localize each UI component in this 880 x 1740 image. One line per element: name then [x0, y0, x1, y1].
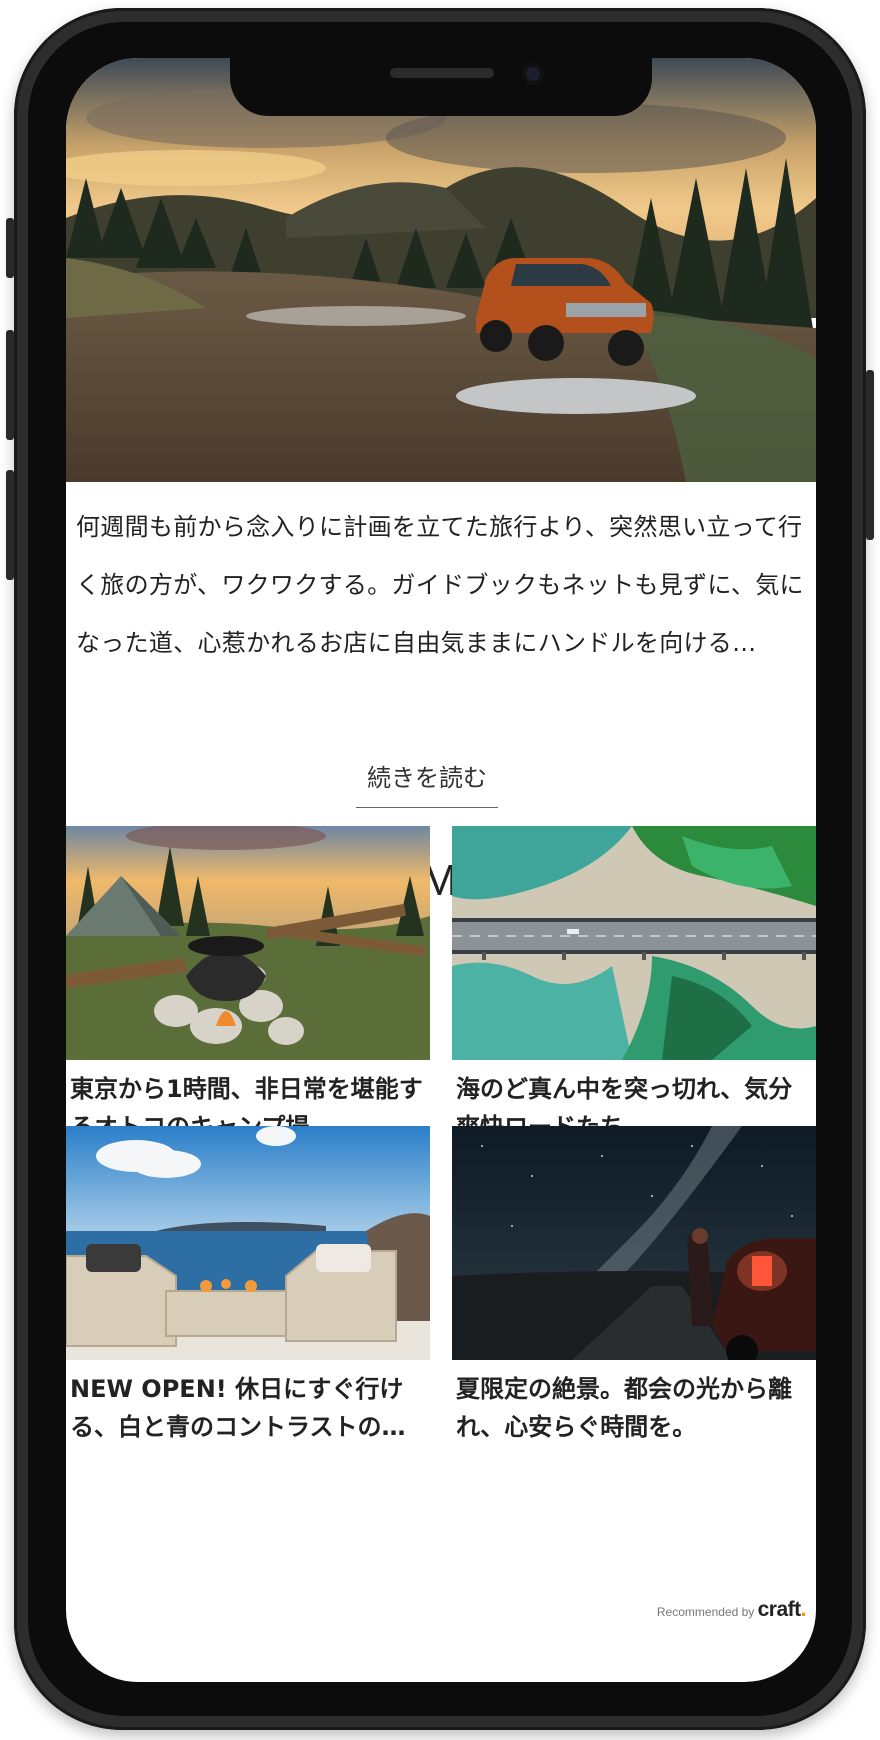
recommend-card[interactable]: 夏限定の絶景。都会の光から離れ、心安らぐ時間を。 — [452, 1126, 816, 1446]
speaker-grille — [390, 68, 494, 78]
recommend-card[interactable]: NEW OPEN! 休日にすぐ行ける、白と青のコントラストの… — [66, 1126, 430, 1446]
recommend-card[interactable]: 海のど真ん中を突っ切れ、気分爽快ロードたち — [452, 826, 816, 1146]
recommended-by-credit[interactable]: Recommended by craft. — [656, 1598, 807, 1622]
front-camera — [522, 63, 544, 85]
volume-down-button — [6, 470, 14, 580]
phone-screen: 何週間も前から念入りに計画を立てた旅行より、突然思い立って行く旅の方が、ワクワク… — [66, 58, 816, 1682]
credit-brand: craft — [757, 1598, 802, 1621]
recommend-card[interactable]: 東京から1時間、非日常を堪能するオトコのキャンプ場 — [66, 826, 430, 1146]
power-button — [866, 370, 874, 540]
camping-thumbnail[interactable] — [66, 826, 430, 1060]
read-more-link[interactable]: 続きを読む — [356, 758, 498, 808]
night-sky-thumbnail[interactable] — [452, 1126, 816, 1360]
credit-prefix: Recommended by — [656, 1605, 755, 1619]
article-intro-text: 何週間も前から念入りに計画を立てた旅行より、突然思い立って行く旅の方が、ワクワク… — [76, 513, 804, 657]
craft-logo: craft. — [757, 1598, 807, 1621]
sea-bridge-thumbnail[interactable] — [452, 826, 816, 1060]
recommend-card-title[interactable]: 夏限定の絶景。都会の光から離れ、心安らぐ時間を。 — [452, 1370, 816, 1446]
terrace-thumbnail[interactable] — [66, 1126, 430, 1360]
hero-image — [66, 58, 816, 482]
volume-up-button — [6, 330, 14, 440]
phone-notch — [230, 58, 652, 116]
recommend-card-title[interactable]: NEW OPEN! 休日にすぐ行ける、白と青のコントラストの… — [66, 1370, 430, 1446]
logo-dot: . — [800, 1598, 807, 1621]
mute-switch — [6, 218, 14, 278]
